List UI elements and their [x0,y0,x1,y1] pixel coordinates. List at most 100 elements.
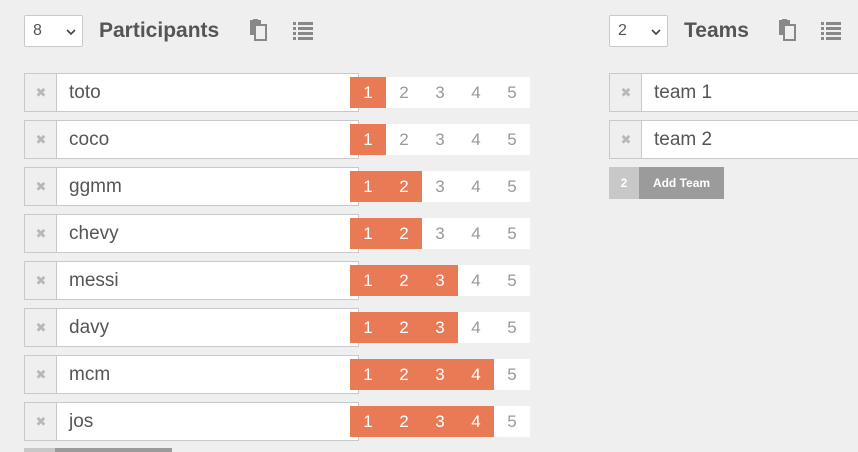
level-option[interactable]: 4 [458,359,494,390]
clipboard-icon[interactable] [247,19,269,41]
level-option[interactable]: 2 [386,124,422,155]
level-option[interactable]: 3 [422,359,458,390]
level-selector: 12345 [350,406,530,437]
level-option[interactable]: 3 [422,312,458,343]
participants-count-select[interactable]: 8 [24,15,83,47]
remove-participant-button[interactable]: ✖ [24,167,57,206]
level-selector: 12345 [350,77,530,108]
level-option[interactable]: 2 [386,218,422,249]
level-option[interactable]: 1 [350,77,386,108]
level-selector: 12345 [350,218,530,249]
level-option[interactable]: 2 [386,171,422,202]
participant-name-input[interactable]: jos [56,402,359,441]
add-team-count: 2 [609,167,639,199]
level-selector: 12345 [350,265,530,296]
level-option[interactable]: 5 [494,312,530,343]
level-option[interactable]: 2 [386,77,422,108]
remove-participant-button[interactable]: ✖ [24,261,57,300]
teams-count-select[interactable]: 2 [609,15,668,47]
participant-row: ✖ mcm 1 2 3 4 5 [24,355,530,394]
close-icon: ✖ [35,225,47,241]
level-option[interactable]: 5 [494,359,530,390]
remove-team-button[interactable]: ✖ [609,73,642,112]
level-option[interactable]: 3 [422,171,458,202]
level-option[interactable]: 2 [386,359,422,390]
level-selector: 12345 [350,171,530,202]
participant-row: ✖ ggmm 1 2 3 4 5 [24,167,530,206]
team-name-input[interactable]: team 1 [641,73,858,112]
level-option[interactable]: 2 [386,406,422,437]
team-row: ✖ team 2 [609,120,858,159]
level-option[interactable]: 1 [350,124,386,155]
level-selector: 12345 [350,312,530,343]
level-option[interactable]: 3 [422,124,458,155]
level-option[interactable]: 3 [422,77,458,108]
level-option[interactable]: 1 [350,406,386,437]
remove-participant-button[interactable]: ✖ [24,402,57,441]
participant-name-input[interactable]: davy [56,308,359,347]
close-icon: ✖ [35,84,47,100]
level-option[interactable]: 5 [494,406,530,437]
add-team-button[interactable]: 2 Add Team [609,167,724,199]
level-option[interactable]: 5 [494,124,530,155]
remove-participant-button[interactable]: ✖ [24,214,57,253]
participant-row: ✖ toto 1 2 3 4 5 [24,73,530,112]
level-option[interactable]: 2 [386,312,422,343]
participant-name-input[interactable]: mcm [56,355,359,394]
participant-name-input[interactable]: coco [56,120,359,159]
participants-title: Participants [99,19,220,42]
level-option[interactable]: 4 [458,218,494,249]
level-option[interactable]: 5 [494,77,530,108]
team-name-input[interactable]: team 2 [641,120,858,159]
remove-participant-button[interactable]: ✖ [24,355,57,394]
remove-participant-button[interactable]: ✖ [24,308,57,347]
level-option[interactable]: 3 [422,218,458,249]
close-icon: ✖ [620,84,632,100]
level-selector: 12345 [350,124,530,155]
list-icon[interactable] [292,19,314,41]
teams-count-value: 2 [618,22,627,39]
level-option[interactable]: 4 [458,77,494,108]
participant-name-input[interactable]: toto [56,73,359,112]
close-icon: ✖ [35,178,47,194]
participant-row: ✖ coco 1 2 3 4 5 [24,120,530,159]
level-option[interactable]: 5 [494,265,530,296]
level-option[interactable]: 4 [458,124,494,155]
level-selector: 12345 [350,359,530,390]
level-option[interactable]: 4 [458,312,494,343]
participants-count-value: 8 [33,22,42,39]
participant-name-input[interactable]: ggmm [56,167,359,206]
close-icon: ✖ [35,272,47,288]
level-option[interactable]: 4 [458,171,494,202]
add-participant-button-edge[interactable] [24,448,172,452]
level-option[interactable]: 5 [494,218,530,249]
clipboard-icon[interactable] [776,19,798,41]
teams-title: Teams [684,19,749,42]
level-option[interactable]: 1 [350,312,386,343]
close-icon: ✖ [35,413,47,429]
level-option[interactable]: 5 [494,171,530,202]
level-option[interactable]: 3 [422,406,458,437]
chevron-down-icon [66,29,76,36]
level-option[interactable]: 1 [350,171,386,202]
level-option[interactable]: 4 [458,265,494,296]
participant-row: ✖ davy 1 2 3 4 5 [24,308,530,347]
remove-team-button[interactable]: ✖ [609,120,642,159]
list-icon[interactable] [820,19,842,41]
level-option[interactable]: 1 [350,359,386,390]
remove-participant-button[interactable]: ✖ [24,73,57,112]
close-icon: ✖ [35,319,47,335]
level-option[interactable]: 3 [422,265,458,296]
level-option[interactable]: 2 [386,265,422,296]
remove-participant-button[interactable]: ✖ [24,120,57,159]
chevron-down-icon [651,29,661,36]
participant-name-input[interactable]: messi [56,261,359,300]
level-option[interactable]: 4 [458,406,494,437]
participant-name-input[interactable]: chevy [56,214,359,253]
close-icon: ✖ [35,366,47,382]
participant-row: ✖ jos 1 2 3 4 5 [24,402,530,441]
level-option[interactable]: 1 [350,265,386,296]
participant-row: ✖ chevy 1 2 3 4 5 [24,214,530,253]
level-option[interactable]: 1 [350,218,386,249]
participant-row: ✖ messi 1 2 3 4 5 [24,261,530,300]
